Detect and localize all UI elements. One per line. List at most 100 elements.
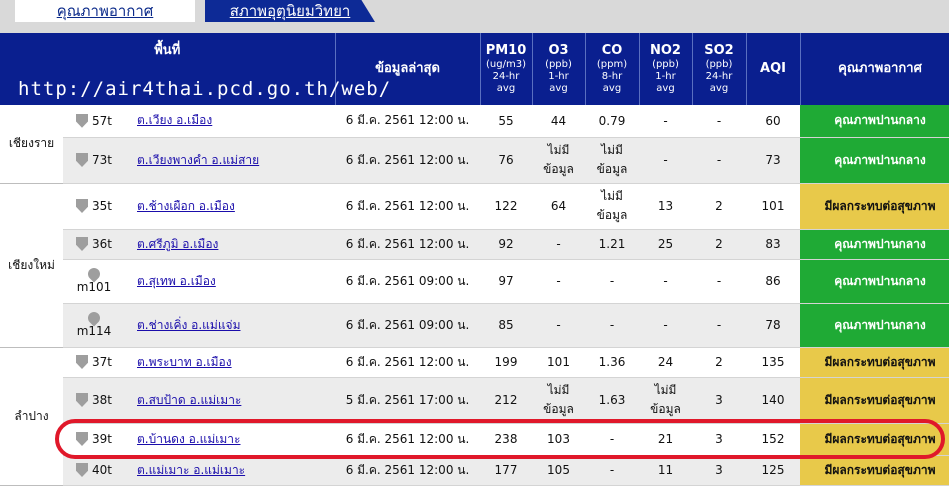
time-cell: 6 มี.ค. 2561 12:00 น. (335, 137, 480, 184)
station-id-cell: 40t (63, 455, 125, 486)
o3-cell: ไม่มี ข้อมูล (532, 137, 585, 184)
station-id: 36t (92, 237, 112, 251)
quality-badge: คุณภาพปานกลาง (800, 229, 949, 260)
so2-cell: 3 (692, 455, 746, 486)
header-co: CO (ppm) 8-hr avg (585, 33, 640, 105)
no2-cell: 25 (639, 229, 692, 260)
shield-icon (76, 113, 88, 128)
shield-icon (76, 393, 88, 407)
so2-cell: - (692, 259, 746, 304)
quality-badge: คุณภาพปานกลาง (800, 303, 949, 348)
o3-cell: ไม่มี ข้อมูล (532, 377, 585, 424)
pm10-cell: 92 (480, 229, 532, 260)
co-value-line: ไม่มี (601, 143, 623, 157)
quality-badge: มีผลกระทบต่อสุขภาพ (800, 347, 949, 378)
station-link[interactable]: ต.บ้านดง อ.แม่เมาะ (137, 432, 241, 446)
station-link[interactable]: ต.ช้างเผือก อ.เมือง (137, 199, 235, 213)
o3-value-line: ไม่มี (547, 143, 570, 157)
station-link[interactable]: ต.ศรีภูมิ อ.เมือง (137, 237, 218, 251)
header-o3: O3 (ppb) 1-hr avg (532, 33, 586, 105)
o3-value-line: ไม่มี (547, 383, 570, 397)
station-link[interactable]: ต.สบป้าด อ.แม่เมาะ (137, 393, 241, 407)
pm10-cell: 122 (480, 183, 532, 230)
top-tab-bar: คุณภาพอากาศ สภาพอุตุนิยมวิทยา (0, 0, 949, 34)
aqi-cell: 83 (746, 229, 800, 260)
quality-badge: มีผลกระทบต่อสุขภาพ (800, 423, 949, 456)
table-row: m101 ต.สุเทพ อ.เมือง 6 มี.ค. 2561 09:00 น.… (0, 259, 949, 304)
station-id: 39t (92, 432, 112, 446)
pm10-cell: 76 (480, 137, 532, 184)
station-cell: ต.แม่เมาะ อ.แม่เมาะ (125, 455, 335, 486)
time-cell: 6 มี.ค. 2561 12:00 น. (335, 423, 480, 456)
station-link[interactable]: ต.ช่างเคิ่ง อ.แม่แจ่ม (137, 318, 241, 332)
station-id: 73t (92, 153, 112, 167)
shield-icon (76, 153, 88, 167)
station-id-cell: 39t (63, 423, 125, 456)
so2-cell: 3 (692, 423, 746, 456)
station-id-cell: m101 (63, 259, 125, 304)
co-cell: - (585, 303, 639, 348)
table-row: 73t ต.เวียงพางคำ อ.แม่สาย 6 มี.ค. 2561 12:… (0, 137, 949, 184)
aqi-cell: 101 (746, 183, 800, 230)
shield-icon (76, 432, 88, 446)
so2-cell: 3 (692, 377, 746, 424)
tab-air-quality[interactable]: คุณภาพอากาศ (15, 0, 195, 22)
so2-cell: 2 (692, 183, 746, 230)
aqi-cell: 135 (746, 347, 800, 378)
station-link[interactable]: ต.แม่เมาะ อ.แม่เมาะ (137, 463, 245, 477)
station-id-cell: 37t (63, 347, 125, 378)
air-quality-table: พื้นที่ ข้อมูลล่าสุด PM10 (ug/m3) 24-hr … (0, 33, 949, 486)
co-value-line: ไม่มี (601, 189, 623, 203)
so2-cell: 2 (692, 347, 746, 378)
no2-cell: 21 (639, 423, 692, 456)
province-cell: เชียงราย (0, 105, 63, 184)
quality-badge: มีผลกระทบต่อสุขภาพ (800, 377, 949, 424)
o3-cell: 101 (532, 347, 585, 378)
tab-meteorology[interactable]: สภาพอุตุนิยมวิทยา (205, 0, 375, 22)
quality-badge: คุณภาพปานกลาง (800, 259, 949, 304)
no2-cell: ไม่มี ข้อมูล (639, 377, 692, 424)
so2-cell: - (692, 137, 746, 184)
station-cell: ต.สบป้าด อ.แม่เมาะ (125, 377, 335, 424)
so2-cell: - (692, 303, 746, 348)
quality-badge: คุณภาพปานกลาง (800, 137, 949, 184)
header-no2: NO2 (ppb) 1-hr avg (639, 33, 693, 105)
pm10-cell: 55 (480, 105, 532, 138)
co-cell: ไม่มีข้อมูล (585, 183, 639, 230)
time-cell: 6 มี.ค. 2561 12:00 น. (335, 183, 480, 230)
co-cell: ไม่มี ข้อมูล (585, 137, 639, 184)
aqi-cell: 60 (746, 105, 800, 138)
station-cell: ต.บ้านดง อ.แม่เมาะ (125, 423, 335, 456)
no2-cell: - (639, 137, 692, 184)
aqi-cell: 125 (746, 455, 800, 486)
o3-cell: 103 (532, 423, 585, 456)
co-cell: 1.36 (585, 347, 639, 378)
station-id-cell: 38t (63, 377, 125, 424)
aqi-cell: 140 (746, 377, 800, 424)
table-row: 40t ต.แม่เมาะ อ.แม่เมาะ 6 มี.ค. 2561 12:00… (0, 455, 949, 486)
province-cell: เชียงใหม่ (0, 183, 63, 348)
shield-icon (76, 463, 88, 477)
no2-value-line: ไม่มี (654, 383, 677, 397)
time-cell: 6 มี.ค. 2561 12:00 น. (335, 455, 480, 486)
station-cell: ต.ช้างเผือก อ.เมือง (125, 183, 335, 230)
station-id: 57t (92, 113, 112, 128)
station-cell: ต.เวียง อ.เมือง (125, 105, 335, 138)
station-link[interactable]: ต.พระบาท อ.เมือง (137, 355, 232, 369)
station-cell: ต.พระบาท อ.เมือง (125, 347, 335, 378)
station-link[interactable]: ต.สุเทพ อ.เมือง (137, 274, 216, 288)
time-cell: 6 มี.ค. 2561 12:00 น. (335, 105, 480, 138)
pm10-cell: 212 (480, 377, 532, 424)
o3-cell: - (532, 229, 585, 260)
pm10-cell: 177 (480, 455, 532, 486)
source-url: http://air4thai.pcd.go.th/web/ (18, 78, 392, 100)
header-aqi: AQI (746, 33, 801, 105)
time-cell: 6 มี.ค. 2561 12:00 น. (335, 347, 480, 378)
header-so2: SO2 (ppb) 24-hr avg (692, 33, 747, 105)
station-link[interactable]: ต.เวียงพางคำ อ.แม่สาย (137, 153, 259, 167)
pm10-cell: 97 (480, 259, 532, 304)
co-value-line: ข้อมูล (596, 208, 628, 222)
station-link[interactable]: ต.เวียง อ.เมือง (137, 113, 212, 127)
shield-icon (76, 355, 88, 369)
co-cell: - (585, 423, 639, 456)
